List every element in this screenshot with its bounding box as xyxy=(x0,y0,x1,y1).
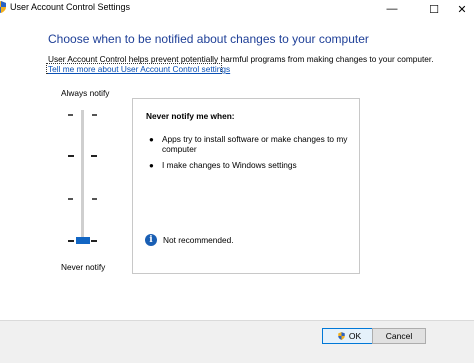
uac-shield-icon xyxy=(0,1,6,13)
slider-top-label: Always notify xyxy=(61,88,110,98)
uac-shield-icon xyxy=(338,332,345,340)
slider-thumb[interactable] xyxy=(76,237,90,244)
panel-bullet: Apps try to install software or make cha… xyxy=(162,134,348,154)
slider-tick xyxy=(68,198,73,200)
window-title: User Account Control Settings xyxy=(10,2,131,12)
maximize-button[interactable]: ☐ xyxy=(418,0,450,18)
cancel-button[interactable]: Cancel xyxy=(372,328,426,344)
slider-tick xyxy=(68,114,73,116)
title-bar: User Account Control Settings — ☐ ✕ xyxy=(0,0,474,18)
learn-more-link[interactable]: Tell me more about User Account Control … xyxy=(48,64,230,74)
page-heading: Choose when to be notified about changes… xyxy=(48,32,369,46)
dialog-footer: OK Cancel xyxy=(0,320,474,363)
slider-tick xyxy=(91,155,97,157)
settings-content: Choose when to be notified about changes… xyxy=(0,18,474,320)
bullet-icon: ● xyxy=(149,135,154,144)
slider-track[interactable] xyxy=(81,110,84,242)
slider-tick xyxy=(92,114,97,116)
slider-tick xyxy=(91,240,97,242)
close-button[interactable]: ✕ xyxy=(450,0,474,18)
slider-tick xyxy=(68,240,74,242)
info-icon: i xyxy=(145,234,157,246)
recommendation-text: Not recommended. xyxy=(163,235,234,245)
ok-button[interactable]: OK xyxy=(322,328,376,344)
minimize-button[interactable]: — xyxy=(376,0,408,18)
slider-tick xyxy=(68,155,74,157)
ok-button-label: OK xyxy=(348,331,362,341)
bullet-icon: ● xyxy=(149,161,154,170)
cancel-button-label: Cancel xyxy=(385,331,413,341)
panel-bullet: I make changes to Windows settings xyxy=(162,160,297,170)
panel-title: Never notify me when: xyxy=(146,111,235,121)
slider-tick xyxy=(92,198,97,200)
slider-bottom-label: Never notify xyxy=(61,262,106,272)
description-panel: Never notify me when: ● Apps try to inst… xyxy=(132,98,360,274)
